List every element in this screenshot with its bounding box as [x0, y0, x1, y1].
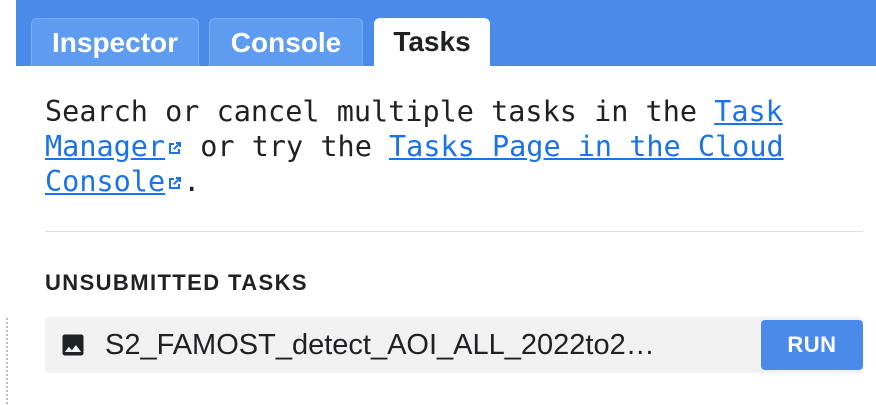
intro-text-1: Search or cancel multiple tasks in the	[45, 95, 715, 128]
intro-text-3: .	[183, 165, 201, 198]
external-link-icon	[169, 177, 182, 189]
task-name: S2_FAMOST_detect_AOI_ALL_2022to2…	[105, 329, 655, 361]
intro-text-2: or try the	[183, 130, 390, 163]
tasks-intro-text: Search or cancel multiple tasks in the T…	[45, 94, 845, 199]
tab-console[interactable]: Console	[209, 18, 363, 66]
run-button[interactable]: RUN	[761, 320, 863, 370]
external-link-icon	[169, 142, 182, 154]
resize-handle[interactable]	[6, 318, 8, 405]
image-icon	[62, 334, 84, 356]
left-gutter	[0, 0, 16, 405]
tab-tasks[interactable]: Tasks	[374, 18, 490, 66]
section-divider	[45, 231, 863, 232]
task-row: S2_FAMOST_detect_AOI_ALL_2022to2… RUN	[45, 317, 863, 373]
tab-inspector[interactable]: Inspector	[31, 18, 199, 66]
unsubmitted-tasks-heading: UNSUBMITTED TASKS	[45, 270, 308, 295]
